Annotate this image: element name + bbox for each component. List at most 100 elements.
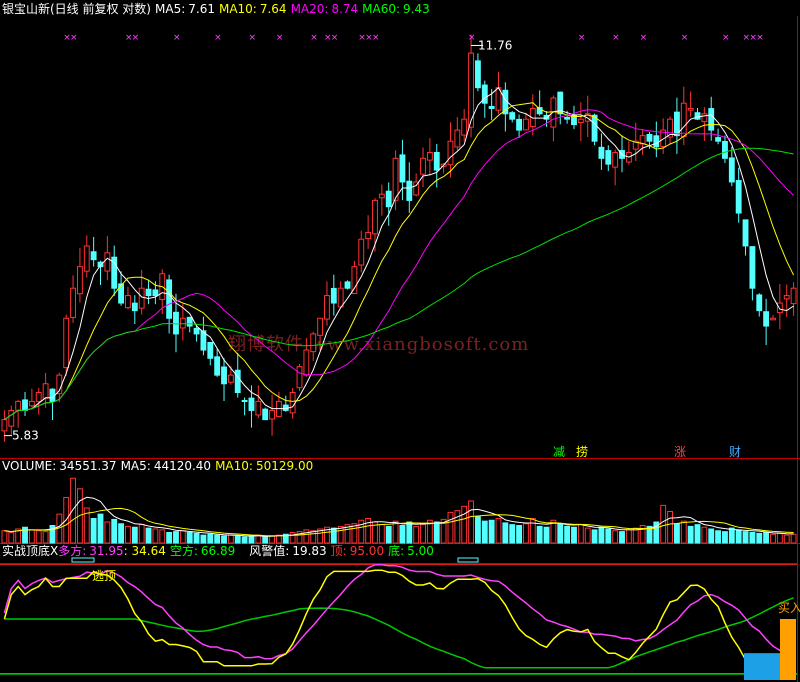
candle-body — [104, 252, 111, 272]
indicator-lines — [0, 557, 797, 680]
candle-body — [131, 302, 138, 312]
candle-body — [454, 129, 461, 148]
volume-bar — [104, 521, 111, 544]
candle-body — [351, 266, 358, 294]
volume-bar — [138, 524, 145, 544]
volume-bar — [495, 518, 502, 544]
volume-bar — [584, 527, 591, 544]
candle-body — [653, 135, 660, 148]
candle-body — [372, 199, 378, 235]
short-line — [4, 597, 794, 669]
signal-marker: × — [578, 33, 586, 43]
volume-bar — [673, 523, 680, 544]
volume-bar — [303, 529, 310, 544]
volume-bar — [28, 529, 35, 544]
volume-bar — [516, 525, 523, 544]
volume-bar — [687, 525, 694, 544]
volume-bar — [728, 527, 735, 544]
candle-body — [207, 341, 214, 359]
candle-body — [214, 356, 221, 376]
volume-bar — [193, 532, 200, 544]
signal-marker: × — [248, 33, 256, 43]
volume-bar — [523, 523, 529, 544]
candle-body — [399, 154, 406, 183]
volume-bar — [70, 477, 76, 544]
signal-marker: × — [214, 33, 222, 43]
volume-bar — [262, 536, 269, 544]
candle-body — [317, 317, 324, 336]
candle-body — [303, 349, 310, 376]
candle-body — [701, 113, 708, 123]
candle-body — [83, 245, 90, 272]
escape-top-label: 逃顶 — [92, 569, 116, 583]
candle-body — [42, 383, 49, 399]
ma10-line — [4, 102, 795, 421]
moving-average-lines — [4, 44, 795, 437]
volume-bar — [378, 524, 385, 544]
candle-body — [8, 409, 15, 427]
candle-body — [76, 266, 83, 295]
candle-body — [564, 116, 571, 120]
volume-bar — [770, 533, 776, 544]
candle-body — [337, 287, 344, 308]
candle-body — [70, 287, 76, 318]
volume-bar — [776, 532, 783, 544]
candle-body — [591, 114, 598, 142]
candle-body — [474, 60, 481, 89]
buy-in-label: 买入 — [778, 601, 800, 615]
candle-body — [715, 137, 722, 142]
volume-bar — [97, 513, 104, 544]
candle-body — [166, 279, 173, 319]
low-price-label: 5.83 — [12, 429, 39, 443]
signal-marker: × — [276, 33, 284, 43]
signal-marker: × — [756, 33, 764, 43]
volume-bar — [406, 521, 413, 544]
candle-body — [783, 295, 790, 300]
volume-bar — [392, 520, 399, 544]
volume-bar — [413, 525, 420, 544]
volume-bar — [509, 524, 516, 544]
volume-bar — [159, 529, 166, 544]
escape-top-marker — [71, 557, 95, 563]
flag-hold: 捞 — [576, 445, 588, 459]
volume-bar — [502, 522, 509, 544]
signal-marker: × — [722, 33, 730, 43]
volume-bar — [571, 526, 577, 544]
volume-bar — [269, 535, 275, 544]
volume-bar — [790, 533, 797, 544]
candle-body — [680, 102, 687, 137]
volume-bar — [1, 530, 8, 544]
candle-body — [735, 180, 742, 214]
buy-in-bar — [780, 619, 796, 680]
volume-bar — [701, 526, 708, 544]
high-price-label: 11.76 — [478, 38, 512, 52]
mid-line — [3, 563, 794, 660]
volume-bar — [694, 524, 701, 544]
candle-body — [324, 295, 330, 320]
candle-body — [310, 333, 317, 353]
candle-body — [605, 150, 612, 165]
candle-body — [1, 419, 8, 432]
candle-body — [330, 287, 337, 304]
candle-body — [722, 140, 728, 159]
volume-bar — [420, 524, 426, 544]
volume-bar — [749, 532, 756, 544]
candle-body — [289, 392, 296, 414]
candle-body — [612, 152, 619, 168]
signal-marker: × — [132, 33, 140, 43]
candle-body — [461, 118, 468, 136]
volume-bar — [605, 528, 612, 544]
stock-chart[interactable]: × × × × × × × × × × × × × × × × × × × × × × × 11.76 5.83 减 捞 涨… — [0, 0, 800, 682]
candle-body — [447, 140, 454, 166]
candle-body — [296, 366, 303, 389]
candle-body — [426, 152, 433, 161]
volume-bar — [241, 536, 248, 544]
candle-body — [255, 400, 262, 416]
volume-bar — [667, 511, 673, 544]
candle-body — [509, 112, 516, 120]
candle-body — [186, 316, 193, 327]
volume-bar — [474, 516, 481, 544]
volume-bar — [577, 524, 584, 544]
candle-body — [598, 146, 605, 159]
volume-bar — [598, 526, 605, 544]
